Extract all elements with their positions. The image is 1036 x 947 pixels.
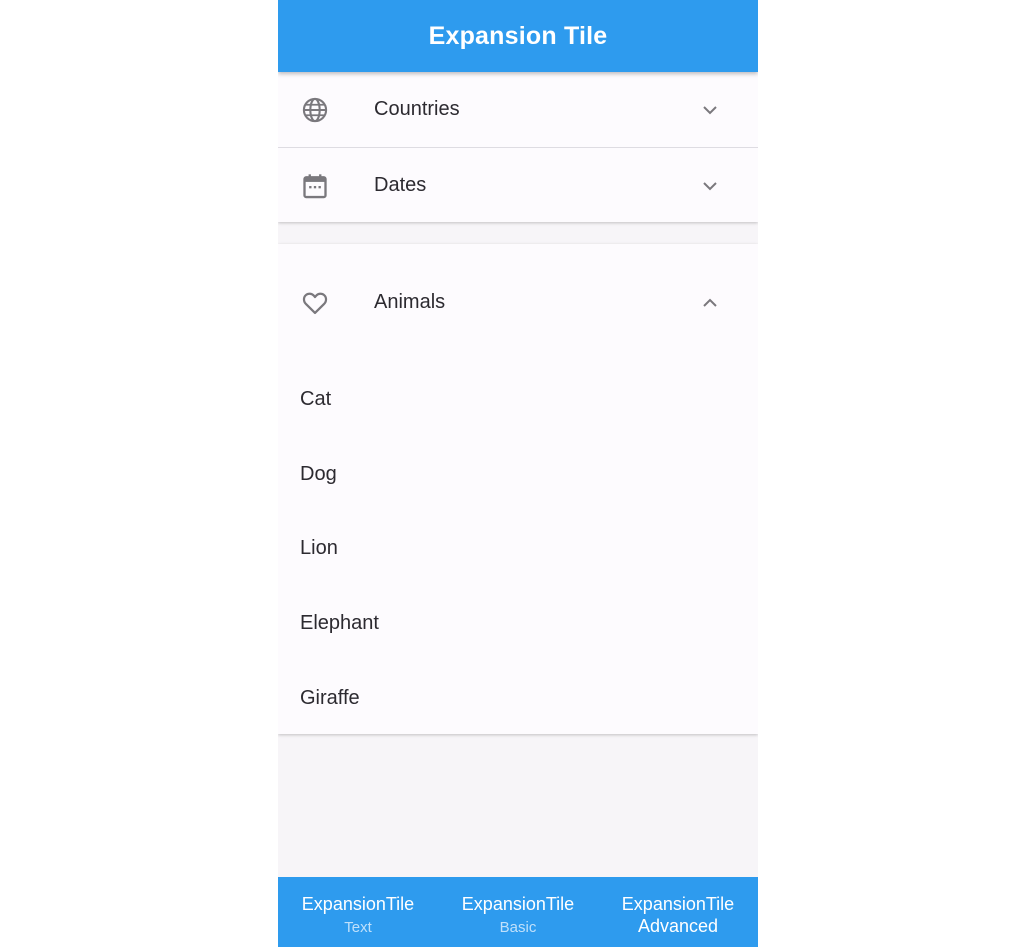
bottom-navigation: ExpansionTile Text ExpansionTile Basic E… <box>278 877 758 947</box>
nav-item-text[interactable]: ExpansionTile Text <box>278 877 438 947</box>
nav-item-basic[interactable]: ExpansionTile Basic <box>438 877 598 947</box>
heart-outline-icon <box>300 288 330 318</box>
nav-item-title: ExpansionTile <box>301 894 415 914</box>
tile-countries[interactable]: Countries <box>278 72 758 147</box>
nav-item-title: ExpansionTile <box>621 894 735 914</box>
list-item[interactable]: Cat <box>300 388 331 411</box>
collapsed-tiles-card: Countries Dates <box>278 72 758 222</box>
calendar-icon <box>300 171 330 201</box>
expanded-tile-card: Animals Cat Dog Lion Elephant Giraffe <box>278 244 758 734</box>
chevron-up-icon[interactable] <box>698 291 722 315</box>
nav-item-advanced[interactable]: ExpansionTile Advanced <box>598 877 758 947</box>
list-item[interactable]: Lion <box>300 537 338 560</box>
app-bar: Expansion Tile <box>278 0 758 72</box>
nav-item-subtitle: Advanced <box>637 916 719 936</box>
app-bar-title: Expansion Tile <box>428 21 608 50</box>
nav-item-subtitle: Basic <box>499 919 537 936</box>
list-item[interactable]: Elephant <box>300 612 379 635</box>
chevron-down-icon[interactable] <box>698 174 722 198</box>
globe-icon <box>300 95 330 125</box>
tile-label: Animals <box>374 291 446 313</box>
tile-animals[interactable]: Animals <box>278 265 758 340</box>
tile-label: Dates <box>374 174 427 196</box>
tile-label: Countries <box>374 98 460 120</box>
list-item[interactable]: Giraffe <box>300 687 360 710</box>
list-item[interactable]: Dog <box>300 463 337 486</box>
app-screen: Expansion Tile Countries Dates Animals C… <box>278 0 758 947</box>
chevron-down-icon[interactable] <box>698 98 722 122</box>
tile-dates[interactable]: Dates <box>278 148 758 223</box>
nav-item-title: ExpansionTile <box>461 894 575 914</box>
nav-item-subtitle: Text <box>344 919 372 936</box>
